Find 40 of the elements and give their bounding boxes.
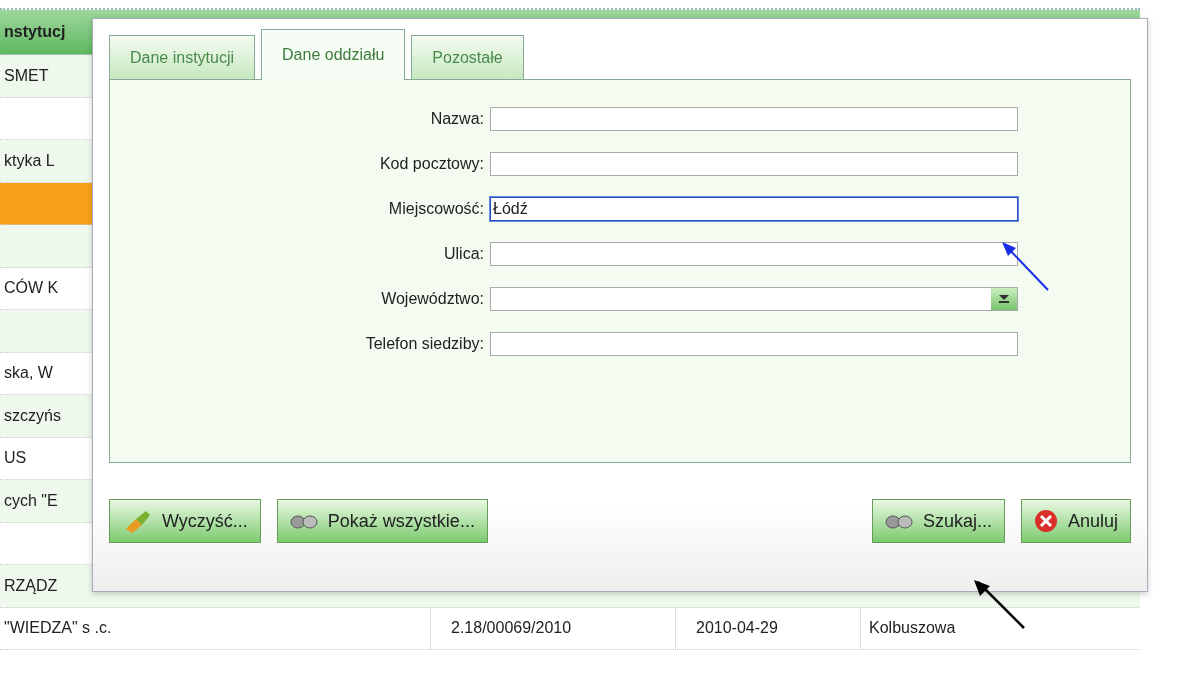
table-cell: Kolbuszowa xyxy=(860,607,1140,649)
table-cell-text: szczyńs xyxy=(3,406,61,425)
tab[interactable]: Pozostałe xyxy=(411,35,524,79)
dialog-button[interactable]: Anuluj xyxy=(1020,499,1131,543)
column-header: nstytucj xyxy=(3,23,66,41)
table-cell-text: RZĄDZ xyxy=(3,576,58,595)
caret-icon xyxy=(999,294,1009,303)
dialog-button[interactable]: Wyczyść... xyxy=(109,499,261,543)
table-cell-text: ktyka L xyxy=(3,151,55,170)
input-field[interactable] xyxy=(490,331,1018,356)
pointer-arrow xyxy=(1000,240,1050,292)
table-cell: 2.18/00069/2010 xyxy=(430,607,675,649)
cancel-icon xyxy=(1033,509,1058,533)
pointer-arrow xyxy=(972,578,1026,630)
table-cell-text: CÓW K xyxy=(3,279,59,298)
table-cell-text: US xyxy=(3,449,27,468)
table-cell-text: SMET xyxy=(3,66,49,85)
dropdown-button[interactable] xyxy=(991,287,1017,310)
dropdown-field[interactable] xyxy=(490,286,1018,311)
input-field[interactable]: Łódź xyxy=(490,196,1018,221)
table-cell-text: "WIEDZA" s .c. xyxy=(3,619,113,638)
table-cell: 2010-04-29 xyxy=(675,607,860,649)
dialog-button[interactable]: Szukaj... xyxy=(871,499,1005,543)
table-row[interactable]: "WIEDZA" s .c. 2.18/00069/2010 2010-04-29 Kolbuszowa xyxy=(0,607,1140,650)
tab[interactable]: Dane instytucji xyxy=(109,35,256,79)
binoculars-icon xyxy=(289,512,318,530)
input-field[interactable] xyxy=(490,241,1018,266)
input-field[interactable] xyxy=(490,151,1018,176)
table-cell-text: ska, W xyxy=(3,364,53,383)
field-label: Ulica: xyxy=(443,244,485,263)
field-label: Telefon siedziby: xyxy=(364,334,485,353)
tab[interactable]: Dane oddziału xyxy=(261,29,406,80)
binoculars-icon xyxy=(884,512,913,530)
field-label: Miejscowość: xyxy=(387,199,485,218)
field-label: Województwo: xyxy=(380,289,485,308)
input-field[interactable] xyxy=(490,106,1018,131)
dialog-button[interactable]: Pokaż wszystkie... xyxy=(276,499,488,543)
table-cell-text: cych "E xyxy=(3,491,58,510)
field-label: Nazwa: xyxy=(429,109,485,128)
field-label: Kod pocztowy: xyxy=(378,154,485,173)
